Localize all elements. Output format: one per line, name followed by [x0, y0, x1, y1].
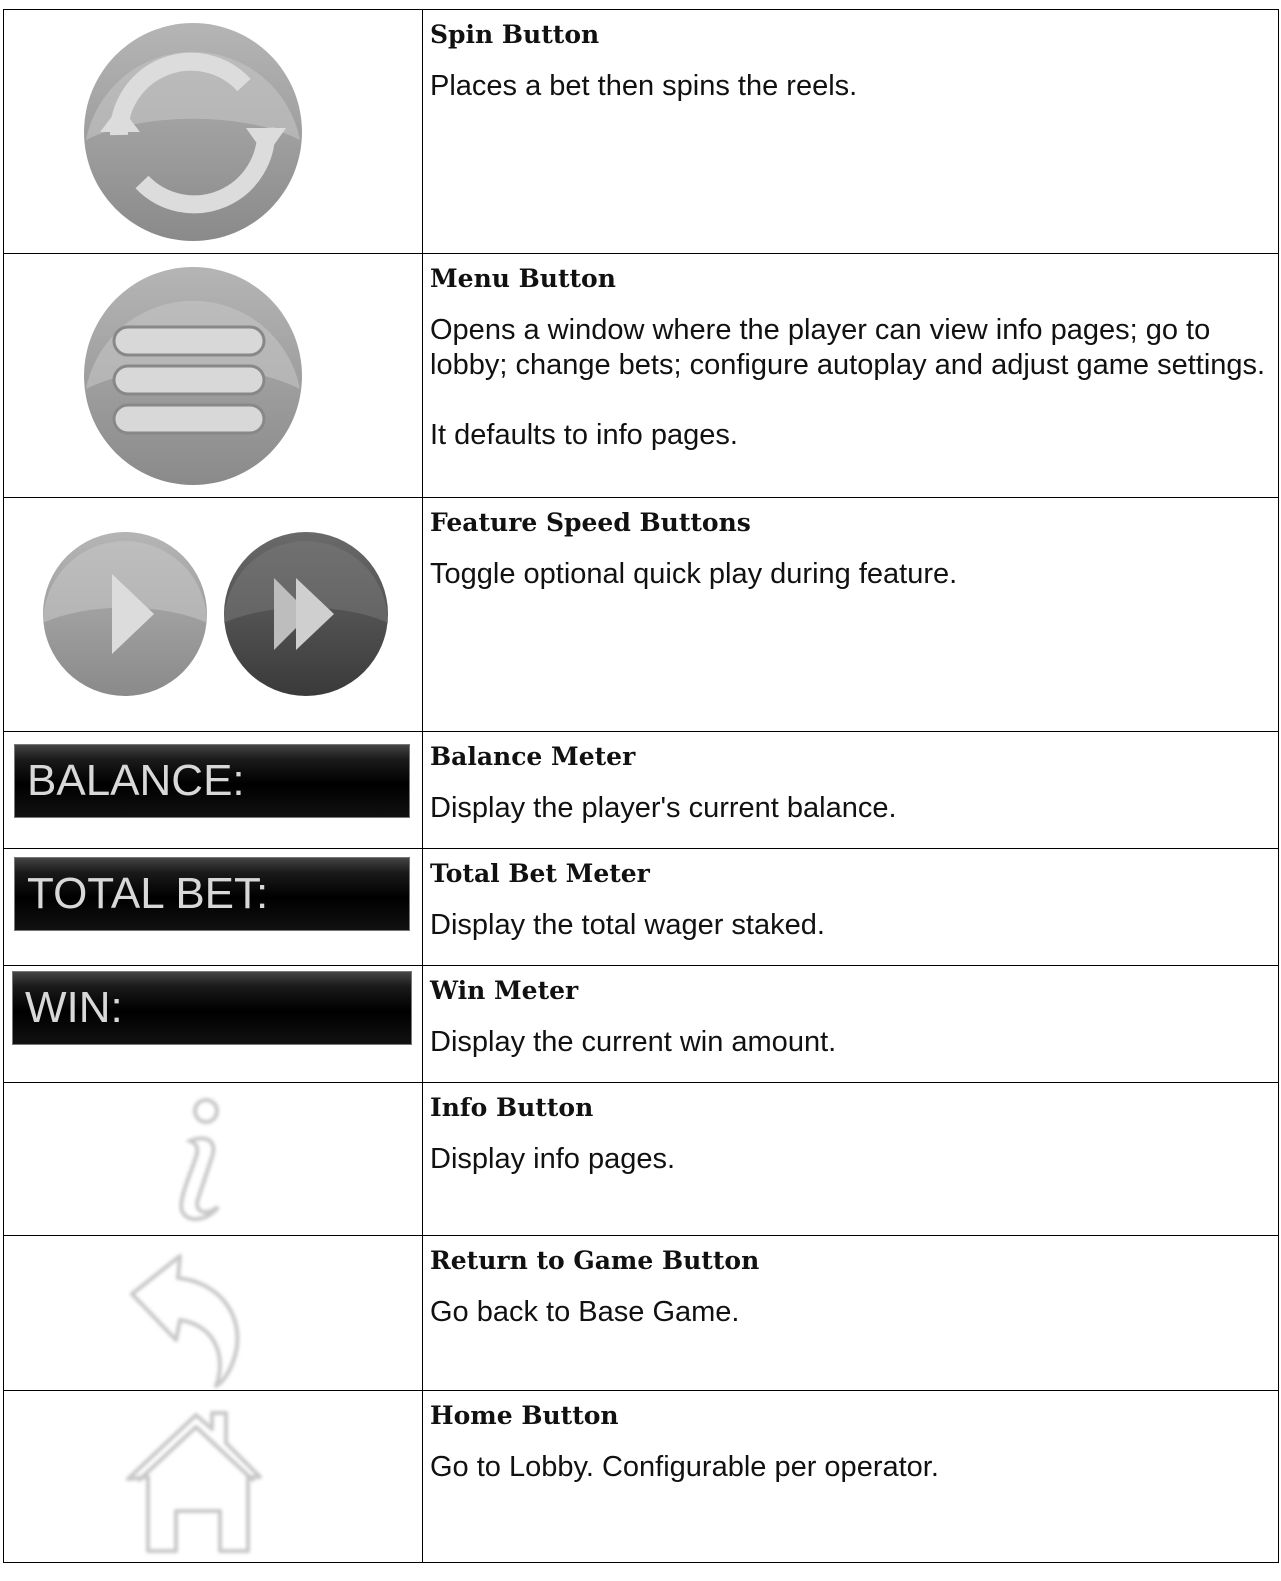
icon-cell — [4, 1391, 423, 1562]
meter-label: WIN: — [25, 983, 123, 1032]
table-row: WIN: Win Meter Display the current win a… — [3, 965, 1279, 1082]
icon-cell — [4, 498, 423, 731]
normal-speed-button — [43, 532, 207, 696]
table-row: Info Button Display info pages. — [3, 1082, 1279, 1235]
icon-cell — [4, 1083, 423, 1235]
row-description: Display the current win amount. — [430, 1026, 837, 1058]
table-row: TOTAL BET: Total Bet Meter Display the t… — [3, 848, 1279, 965]
row-description: It defaults to info pages. — [430, 419, 738, 451]
icon-cell: WIN: — [4, 966, 423, 1082]
row-description: Opens a window where the player can view… — [430, 314, 1266, 381]
table-row: Menu Button Opens a window where the pla… — [3, 253, 1279, 497]
row-description: Places a bet then spins the reels. — [430, 70, 858, 102]
quick-speed-button — [224, 532, 388, 696]
icon-cell — [4, 1236, 423, 1390]
row-description: Display the total wager staked. — [430, 909, 825, 941]
table-row: Spin Button Places a bet then spins the … — [3, 9, 1279, 253]
text-cell: Home Button Go to Lobby. Configurable pe… — [423, 1391, 1278, 1562]
win-meter: WIN: — [12, 971, 412, 1045]
spin-icon — [84, 23, 302, 241]
speed-icons — [43, 532, 388, 696]
table-row: Home Button Go to Lobby. Configurable pe… — [3, 1390, 1279, 1563]
text-cell: Info Button Display info pages. — [423, 1083, 1278, 1235]
icon-cell — [4, 10, 423, 253]
table-row: BALANCE: Balance Meter Display the playe… — [3, 731, 1279, 848]
text-cell: Spin Button Places a bet then spins the … — [423, 10, 1278, 253]
table-row: Return to Game Button Go back to Base Ga… — [3, 1235, 1279, 1390]
icon-cell: TOTAL BET: — [4, 849, 423, 965]
row-title: Menu Button — [430, 264, 616, 293]
row-title: Balance Meter — [430, 742, 636, 771]
home-icon — [126, 1411, 262, 1553]
row-description: Go to Lobby. Configurable per operator. — [430, 1451, 939, 1483]
text-cell: Balance Meter Display the player's curre… — [423, 732, 1278, 848]
row-description: Display the player's current balance. — [430, 792, 897, 824]
row-title: Win Meter — [430, 976, 579, 1005]
row-title: Feature Speed Buttons — [430, 508, 751, 537]
text-cell: Feature Speed Buttons Toggle optional qu… — [423, 498, 1278, 731]
info-icon — [179, 1098, 220, 1222]
text-cell: Return to Game Button Go back to Base Ga… — [423, 1236, 1278, 1390]
menu-icon — [84, 267, 302, 485]
return-arrow-icon — [130, 1254, 240, 1388]
icon-cell — [4, 254, 423, 497]
text-cell: Win Meter Display the current win amount… — [423, 966, 1278, 1082]
row-description: Display info pages. — [430, 1143, 676, 1175]
meter-label: BALANCE: — [27, 756, 245, 805]
balance-meter: BALANCE: — [14, 744, 410, 818]
row-title: Return to Game Button — [430, 1246, 760, 1275]
total-bet-meter: TOTAL BET: — [14, 857, 410, 931]
row-description: Toggle optional quick play during featur… — [430, 558, 958, 590]
text-cell: Menu Button Opens a window where the pla… — [423, 254, 1278, 497]
row-title: Total Bet Meter — [430, 859, 650, 888]
row-title: Home Button — [430, 1401, 619, 1430]
row-title: Spin Button — [430, 20, 600, 49]
text-cell: Total Bet Meter Display the total wager … — [423, 849, 1278, 965]
icon-cell: BALANCE: — [4, 732, 423, 848]
help-table: Spin Button Places a bet then spins the … — [3, 9, 1279, 1563]
table-row: Feature Speed Buttons Toggle optional qu… — [3, 497, 1279, 731]
row-title: Info Button — [430, 1093, 594, 1122]
row-description: Go back to Base Game. — [430, 1296, 740, 1328]
meter-label: TOTAL BET: — [27, 869, 269, 918]
